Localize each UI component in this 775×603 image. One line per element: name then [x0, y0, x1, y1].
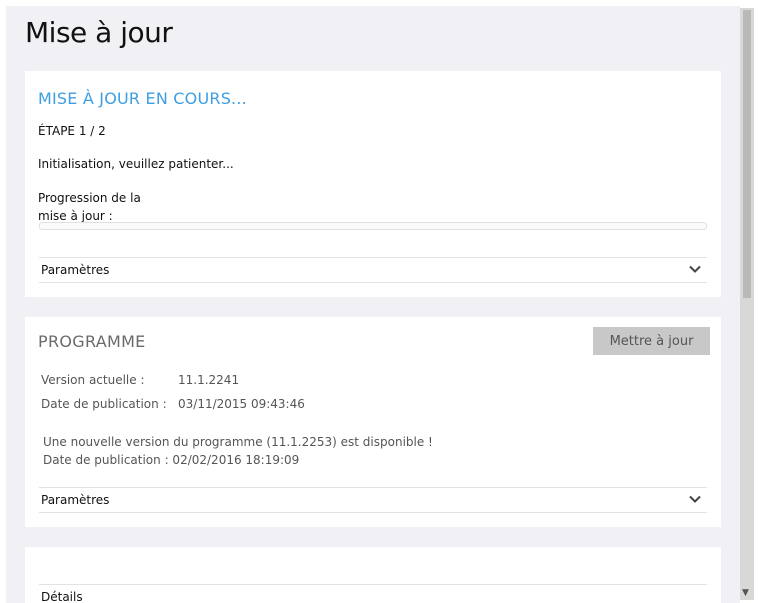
- chevron-down-icon: [689, 265, 701, 273]
- details-expander[interactable]: Détails: [39, 584, 707, 603]
- update-window: Mise à jour MISE À JOUR EN COURS... ÉTAP…: [6, 6, 740, 603]
- scroll-down-arrow-icon[interactable]: ▼: [742, 588, 749, 598]
- step-indicator: ÉTAPE 1 / 2: [38, 124, 106, 138]
- update-now-button[interactable]: Mettre à jour: [593, 327, 710, 355]
- update-progress-card: MISE À JOUR EN COURS... ÉTAPE 1 / 2 Init…: [25, 71, 721, 297]
- program-card: PROGRAMME Mettre à jour Version actuelle…: [25, 317, 721, 527]
- settings-expander-program[interactable]: Paramètres: [39, 487, 707, 513]
- new-version-notice: Une nouvelle version du programme (11.1.…: [43, 435, 433, 449]
- new-version-date: Date de publication : 02/02/2016 18:19:0…: [43, 453, 300, 467]
- program-heading: PROGRAMME: [38, 332, 146, 351]
- current-version-value: 11.1.2241: [178, 373, 240, 387]
- chevron-down-icon: [689, 495, 701, 503]
- scrollbar-thumb[interactable]: [743, 10, 751, 298]
- settings-expander-label: Paramètres: [41, 263, 110, 277]
- details-card: Détails: [25, 547, 721, 603]
- status-message: Initialisation, veuillez patienter...: [38, 157, 234, 171]
- details-label: Détails: [41, 590, 83, 603]
- update-status-heading: MISE À JOUR EN COURS...: [38, 89, 247, 108]
- settings-expander-label: Paramètres: [41, 493, 110, 507]
- settings-expander-update[interactable]: Paramètres: [39, 257, 707, 283]
- progress-label-line1: Progression de la: [38, 191, 141, 205]
- progress-label-line2: mise à jour :: [38, 209, 113, 223]
- publication-date-label: Date de publication :: [41, 397, 167, 411]
- update-progress-bar: [39, 222, 707, 230]
- vertical-scrollbar[interactable]: ▼: [740, 8, 754, 600]
- current-version-label: Version actuelle :: [41, 373, 145, 387]
- page-title: Mise à jour: [25, 16, 173, 49]
- publication-date-value: 03/11/2015 09:43:46: [178, 397, 305, 411]
